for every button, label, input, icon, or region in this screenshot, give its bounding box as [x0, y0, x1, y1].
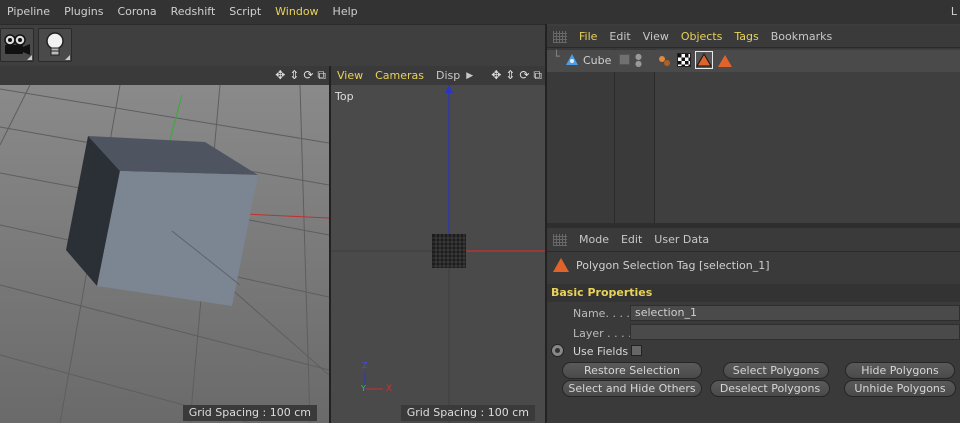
om-column-divider	[614, 49, 615, 223]
camera-icon	[4, 34, 30, 55]
perspective-scene	[0, 85, 329, 423]
menu-plugins[interactable]: Plugins	[57, 0, 110, 24]
gizmo-z-label: Z	[362, 361, 368, 370]
maximize-icon[interactable]: ⧉	[317, 68, 326, 83]
om-menu-tags[interactable]: Tags	[728, 30, 764, 43]
am-menu-edit[interactable]: Edit	[615, 233, 648, 246]
object-name[interactable]: Cube	[583, 54, 611, 67]
panel-grip-icon[interactable]	[553, 30, 567, 43]
visibility-dots-icon[interactable]: ● ●	[635, 53, 642, 68]
polygon-selection-tag-icon	[696, 53, 712, 67]
section-header-basic-properties[interactable]: Basic Properties	[547, 284, 960, 302]
attribute-title: Polygon Selection Tag [selection_1]	[576, 258, 770, 272]
polygon-selection-tag-icon	[553, 258, 569, 272]
top-nav-icons: ✥ ⇕ ⟳ ⧉	[491, 68, 542, 83]
material-tag-icon[interactable]	[657, 53, 673, 69]
top-view-menu-cameras[interactable]: Cameras	[369, 69, 430, 82]
object-manager-menubar: File Edit View Objects Tags Bookmarks	[547, 26, 960, 48]
perspective-nav-icons: ✥ ⇕ ⟳ ⧉	[275, 68, 326, 83]
use-fields-label: Use Fields	[573, 345, 629, 358]
maximize-icon[interactable]: ⧉	[533, 68, 542, 83]
name-label: Name. . . .	[573, 307, 630, 320]
texture-tag-icon[interactable]	[677, 53, 691, 67]
top-view-menu-view[interactable]: View	[331, 69, 369, 82]
object-manager: File Edit View Objects Tags Bookmarks └ …	[547, 26, 960, 223]
menu-script[interactable]: Script	[222, 0, 268, 24]
top-viewport-header: View Cameras Disp ▶ ✥ ⇕ ⟳ ⧉	[331, 66, 545, 85]
rotate-icon[interactable]: ⟳	[519, 68, 529, 83]
menu-redshift[interactable]: Redshift	[164, 0, 223, 24]
unhide-polygons-button[interactable]: Unhide Polygons	[844, 380, 956, 397]
layer-icon[interactable]	[619, 54, 630, 65]
gizmo-y-label: Y	[361, 384, 366, 393]
perspective-viewport-header: ✥ ⇕ ⟳ ⧉	[0, 66, 329, 85]
am-menu-userdata[interactable]: User Data	[648, 233, 715, 246]
om-menu-view[interactable]: View	[637, 30, 675, 43]
cube-icon	[566, 54, 578, 65]
hide-polygons-button[interactable]: Hide Polygons	[845, 362, 955, 379]
dolly-icon[interactable]: ⇕	[289, 68, 299, 83]
layout-label[interactable]: L	[951, 0, 957, 24]
om-tags-column	[655, 49, 960, 223]
deselect-polygons-button[interactable]: Deselect Polygons	[710, 380, 830, 397]
menu-pipeline[interactable]: Pipeline	[0, 0, 57, 24]
camera-button[interactable]	[0, 28, 34, 62]
use-fields-checkbox[interactable]	[631, 345, 642, 356]
top-viewport[interactable]: View Cameras Disp ▶ ✥ ⇕ ⟳ ⧉ Top Z Y X Gr…	[331, 66, 545, 423]
axis-gizmo	[364, 371, 383, 390]
attribute-manager-menubar: Mode Edit User Data	[547, 228, 960, 252]
cube-3d	[66, 136, 258, 306]
perspective-grid-spacing: Grid Spacing : 100 cm	[182, 405, 317, 421]
panel-grip-icon[interactable]	[553, 233, 567, 246]
hierarchy-line-icon: └	[553, 50, 560, 63]
top-scene	[331, 85, 545, 423]
cube-top-wireframe	[432, 234, 466, 268]
polygon-selection-tag-2[interactable]	[717, 53, 733, 69]
toolbar	[0, 24, 546, 66]
menu-corona[interactable]: Corona	[110, 0, 163, 24]
am-menu-mode[interactable]: Mode	[573, 233, 615, 246]
layer-label: Layer . . . .	[573, 327, 632, 340]
attribute-title-row: Polygon Selection Tag [selection_1]	[547, 254, 960, 276]
top-grid-spacing: Grid Spacing : 100 cm	[400, 405, 535, 421]
rotate-icon[interactable]: ⟳	[303, 68, 313, 83]
select-polygons-button[interactable]: Select Polygons	[723, 362, 829, 379]
light-bulb-icon	[46, 32, 64, 56]
om-menu-edit[interactable]: Edit	[603, 30, 636, 43]
object-row-cube[interactable]: └ Cube ● ●	[547, 50, 960, 72]
menu-window[interactable]: Window	[268, 0, 325, 24]
menu-help[interactable]: Help	[326, 0, 365, 24]
om-menu-objects[interactable]: Objects	[675, 30, 729, 43]
gizmo-x-label: X	[386, 384, 393, 394]
polygon-selection-tag-selected[interactable]	[695, 51, 713, 69]
select-and-hide-others-button[interactable]: Select and Hide Others	[562, 380, 702, 397]
move-icon[interactable]: ✥	[275, 68, 285, 83]
name-field[interactable]: selection_1	[630, 305, 960, 321]
attribute-manager: Mode Edit User Data Polygon Selection Ta…	[547, 228, 960, 423]
om-menu-bookmarks[interactable]: Bookmarks	[765, 30, 838, 43]
move-icon[interactable]: ✥	[491, 68, 501, 83]
om-menu-file[interactable]: File	[573, 30, 603, 43]
restore-selection-button[interactable]: Restore Selection	[562, 362, 702, 379]
light-button[interactable]	[38, 28, 72, 62]
animate-keyframe-radio[interactable]	[551, 344, 564, 357]
layer-field[interactable]	[630, 324, 960, 340]
dolly-icon[interactable]: ⇕	[505, 68, 515, 83]
perspective-viewport[interactable]: ✥ ⇕ ⟳ ⧉ Grid Spacing: 100 cm	[0, 66, 329, 423]
menu-overflow-arrow-icon[interactable]: ▶	[466, 71, 473, 81]
top-view-menu-display[interactable]: Disp	[430, 69, 466, 82]
main-menubar: Pipeline Plugins Corona Redshift Script …	[0, 0, 960, 24]
polygon-selection-tag-icon	[718, 55, 732, 67]
